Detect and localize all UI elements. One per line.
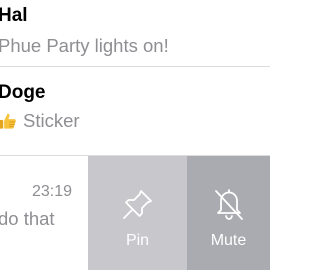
chat-row-content[interactable]: 23:19 do that [0, 156, 88, 270]
chat-preview-text: Sticker [23, 109, 80, 131]
chat-preview: Sticker [0, 111, 80, 131]
chat-name: Hal [0, 5, 28, 26]
chat-name: Doge [0, 82, 46, 103]
chat-list-screen: Hal Phue Party lights on! Doge Sticker 2… [0, 0, 270, 270]
mute-label: Mute [210, 232, 247, 249]
chat-row-swiped: 23:19 do that Pin Mute [0, 156, 270, 270]
mute-button[interactable]: Mute [187, 156, 270, 270]
pin-button[interactable]: Pin [88, 156, 187, 270]
thumbs-up-emoji-icon [0, 113, 16, 129]
chat-preview: Phue Party lights on! [0, 35, 169, 56]
chat-row-doge[interactable]: Doge Sticker [0, 67, 270, 154]
chat-preview: do that [0, 208, 55, 229]
chat-time: 23:19 [31, 183, 72, 200]
pin-label: Pin [125, 232, 150, 249]
pin-icon [122, 190, 152, 219]
bell-slash-icon [214, 189, 243, 220]
chat-row-hal[interactable]: Hal Phue Party lights on! [0, 0, 270, 66]
